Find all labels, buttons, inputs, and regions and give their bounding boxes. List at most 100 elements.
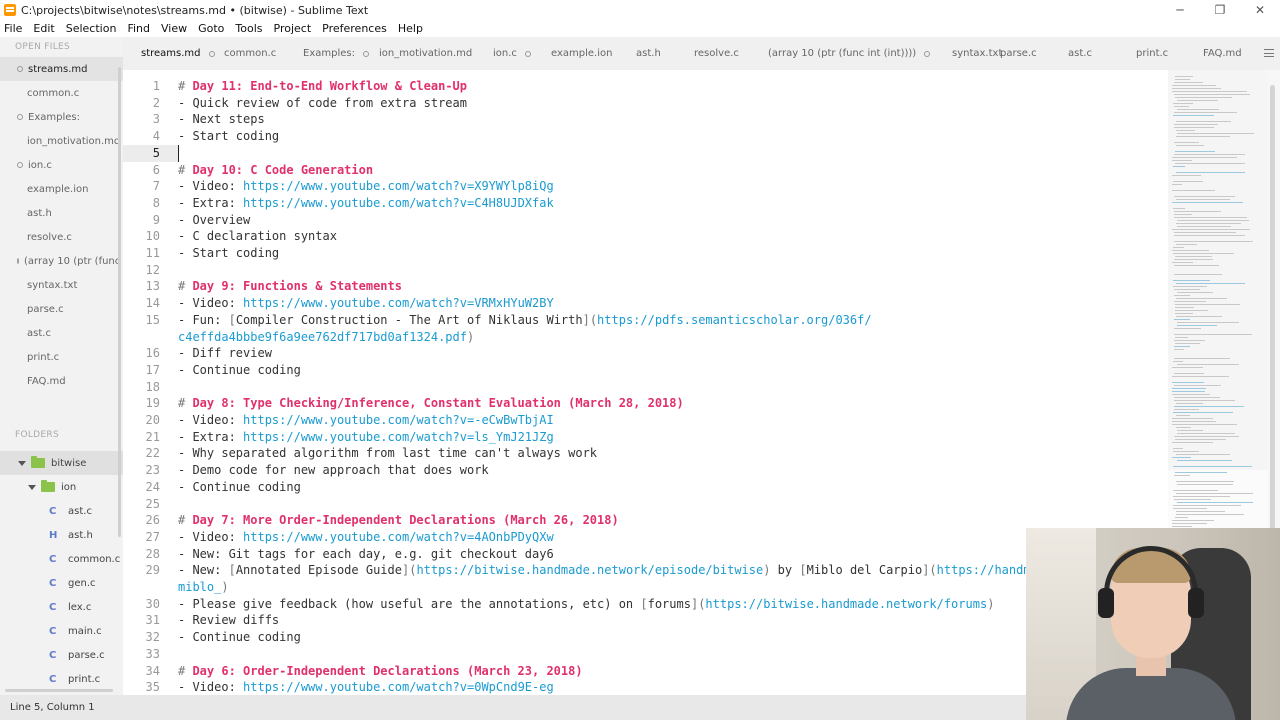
- folder-item-ion[interactable]: ion: [0, 475, 76, 499]
- open-file-item[interactable]: example.ion: [0, 177, 123, 201]
- menu-selection[interactable]: Selection: [66, 22, 117, 35]
- menu-find[interactable]: Find: [127, 22, 150, 35]
- minimap-line: [1174, 232, 1236, 233]
- unsaved-dot-icon[interactable]: [362, 50, 369, 57]
- line-number: 26: [145, 513, 160, 528]
- tab-4[interactable]: ion.c: [493, 37, 531, 70]
- line-number: 9: [152, 212, 160, 227]
- tab-label: print.c: [1136, 48, 1169, 59]
- tree-file-item[interactable]: Cgen.c: [0, 571, 96, 595]
- unsaved-dot-icon[interactable]: [524, 50, 531, 57]
- sidebar-horizontal-scrollbar[interactable]: [5, 689, 113, 692]
- tab-6[interactable]: ast.h: [636, 37, 661, 70]
- minimap-line: [1175, 439, 1226, 440]
- code-url[interactable]: https://www.youtube.com/watch?v=VRMxHYuW…: [243, 296, 554, 310]
- menu-view[interactable]: View: [161, 22, 187, 35]
- open-file-item[interactable]: common.c: [0, 81, 123, 105]
- folder-item-bitwise[interactable]: bitwise: [0, 451, 123, 475]
- code-url[interactable]: https://www.youtube.com/watch?v=4AOnbPDy…: [243, 530, 554, 544]
- menu-file[interactable]: File: [4, 22, 22, 35]
- line-number: 3: [152, 112, 160, 127]
- tree-file-item[interactable]: Cparse.c: [0, 643, 105, 667]
- code-url[interactable]: c4effda4bbbe9f6a9ee762df717bd0af1324.pdf: [178, 330, 467, 344]
- tab-3[interactable]: ion_motivation.md: [379, 37, 472, 70]
- minimize-button[interactable]: ─: [1160, 0, 1200, 20]
- minimap-line: [1175, 472, 1227, 473]
- code-line: - C declaration syntax: [178, 228, 337, 245]
- minimap-line: [1173, 181, 1203, 182]
- minimap-line: [1175, 97, 1232, 98]
- minimap-line: [1172, 262, 1193, 263]
- open-file-item[interactable]: Examples:: [0, 105, 123, 129]
- tree-file-item[interactable]: Clex.c: [0, 595, 91, 619]
- minimap-line: [1175, 517, 1188, 518]
- code-url[interactable]: miblo_: [178, 580, 221, 594]
- tab-5[interactable]: example.ion: [551, 37, 612, 70]
- minimap-line: [1176, 415, 1190, 416]
- code-url[interactable]: https://www.youtube.com/watch?v=C4H8UJDX…: [243, 196, 554, 210]
- code-brk: ): [987, 596, 995, 611]
- tab-12[interactable]: print.c: [1136, 37, 1168, 70]
- code-url[interactable]: https://www.youtube.com/watch?v=0WpCnd9E…: [243, 680, 554, 694]
- tab-7[interactable]: resolve.c: [694, 37, 739, 70]
- tab-10[interactable]: parse.c: [1000, 37, 1037, 70]
- tree-file-item[interactable]: Cmain.c: [0, 619, 102, 643]
- minimap-line: [1177, 226, 1231, 227]
- code-url[interactable]: https://bitwise.handmade.network/episode…: [416, 563, 763, 577]
- sidebar-scrollbar[interactable]: [118, 67, 121, 537]
- code-url[interactable]: https://bitwise.handmade.network/forums: [705, 597, 987, 611]
- open-file-item[interactable]: streams.md: [0, 57, 123, 81]
- minimap-line: [1174, 124, 1218, 125]
- minimap-line: [1173, 466, 1252, 467]
- tab-1[interactable]: common.c: [224, 37, 276, 70]
- tab-8[interactable]: (array 10 (ptr (func int (int)))): [768, 37, 931, 70]
- open-file-item[interactable]: print.c: [0, 345, 123, 369]
- menu-tools[interactable]: Tools: [235, 22, 262, 35]
- open-file-item[interactable]: ast.c: [0, 321, 123, 345]
- code-plain: Annotated Episode Guide: [235, 563, 402, 578]
- tab-11[interactable]: ast.c: [1068, 37, 1092, 70]
- open-file-item[interactable]: ast.h: [0, 201, 123, 225]
- minimap-line: [1177, 460, 1232, 461]
- open-file-item[interactable]: parse.c: [0, 297, 123, 321]
- tab-2[interactable]: Examples:: [303, 37, 369, 70]
- tree-file-label: print.c: [68, 673, 101, 685]
- code-url[interactable]: https://www.youtube.com/watch?v=ls_YmJ21…: [243, 430, 554, 444]
- title-bar: C:\projects\bitwise\notes\streams.md • (…: [0, 0, 1280, 20]
- unsaved-dot-icon: [17, 66, 23, 72]
- menu-goto[interactable]: Goto: [198, 22, 224, 35]
- tab-9[interactable]: syntax.txt: [952, 37, 1002, 70]
- code-plain: - Video:: [178, 296, 244, 311]
- tree-file-item[interactable]: Hast.h: [0, 523, 93, 547]
- tree-file-label: ast.c: [68, 505, 92, 517]
- h-file-icon: H: [49, 529, 58, 541]
- menu-preferences[interactable]: Preferences: [322, 22, 387, 35]
- tree-file-item[interactable]: Cprint.c: [0, 667, 100, 691]
- editor[interactable]: 1 2 3 4 5 6 7 8 9 10 11 12 13 14 15 16 17 18 19 20 21 22 23 24 2…: [123, 70, 1168, 695]
- close-button[interactable]: ✕: [1240, 0, 1280, 20]
- unsaved-dot-icon[interactable]: [924, 50, 931, 57]
- open-file-item[interactable]: resolve.c: [0, 225, 123, 249]
- minimap-line: [1174, 499, 1211, 500]
- menu-edit[interactable]: Edit: [33, 22, 54, 35]
- c-file-icon: C: [49, 625, 57, 637]
- open-file-item[interactable]: syntax.txt: [0, 273, 123, 297]
- minimap-line: [1172, 523, 1207, 524]
- menu-project[interactable]: Project: [274, 22, 312, 35]
- code-url[interactable]: https://pdfs.semanticscholar.org/036f/: [597, 313, 872, 327]
- tree-file-item[interactable]: Cast.c: [0, 499, 92, 523]
- open-file-item[interactable]: FAQ.md: [0, 369, 123, 393]
- tab-0[interactable]: streams.md: [141, 37, 215, 70]
- minimap-line: [1175, 76, 1193, 77]
- tab-list-menu-icon[interactable]: [1264, 49, 1274, 57]
- tab-13[interactable]: FAQ.md: [1203, 37, 1242, 70]
- code-url[interactable]: https://www.youtube.com/watch?v=-eCwBwTb…: [243, 413, 554, 427]
- maximize-button[interactable]: ❐: [1200, 0, 1240, 20]
- open-file-item[interactable]: (array 10 (ptr (func i: [0, 249, 123, 273]
- tree-file-item[interactable]: Ccommon.c: [0, 547, 120, 571]
- open-file-item[interactable]: ion_motivation.md: [0, 129, 123, 153]
- unsaved-dot-icon[interactable]: [208, 50, 215, 57]
- menu-help[interactable]: Help: [398, 22, 423, 35]
- code-url[interactable]: https://www.youtube.com/watch?v=X9YWYlp8…: [243, 179, 554, 193]
- open-file-item[interactable]: ion.c: [0, 153, 123, 177]
